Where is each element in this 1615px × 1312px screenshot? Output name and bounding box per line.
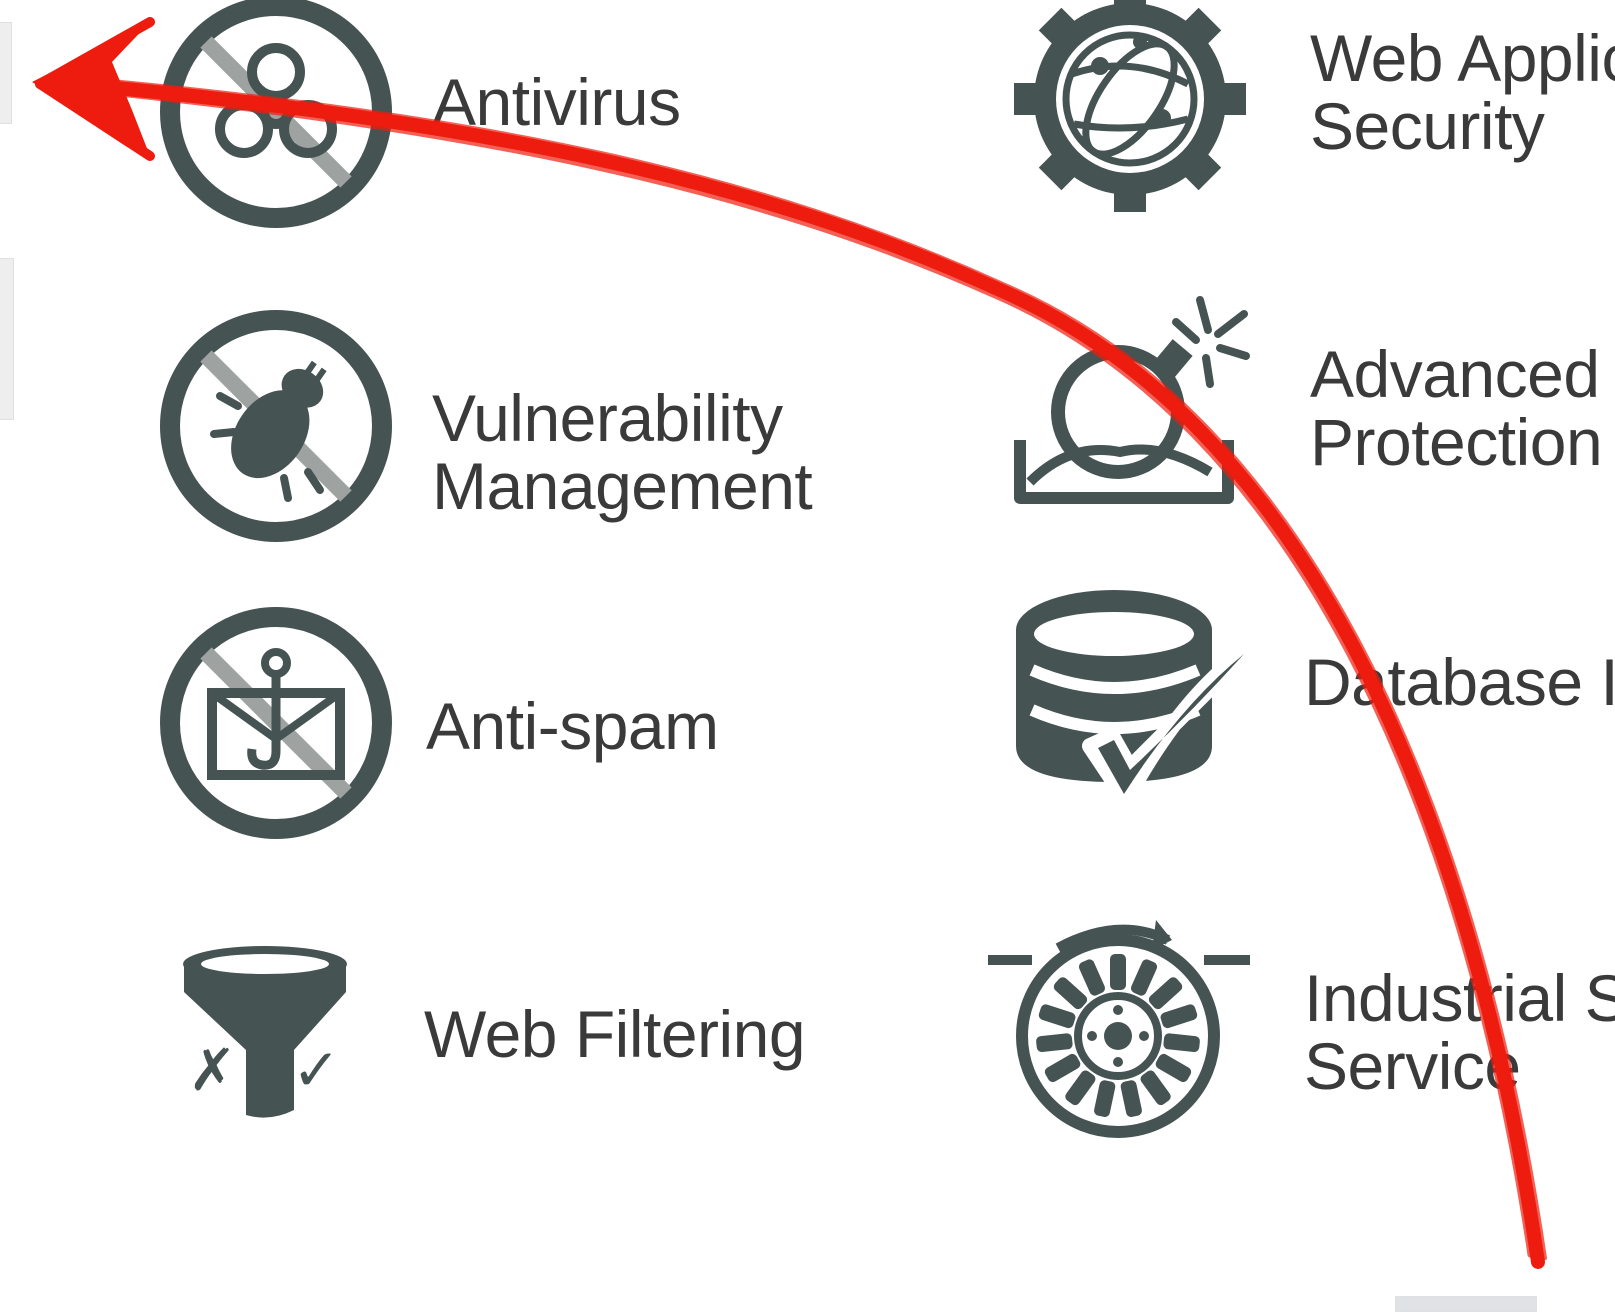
hand-drawn-curved-arrow-icon <box>32 17 1547 1269</box>
